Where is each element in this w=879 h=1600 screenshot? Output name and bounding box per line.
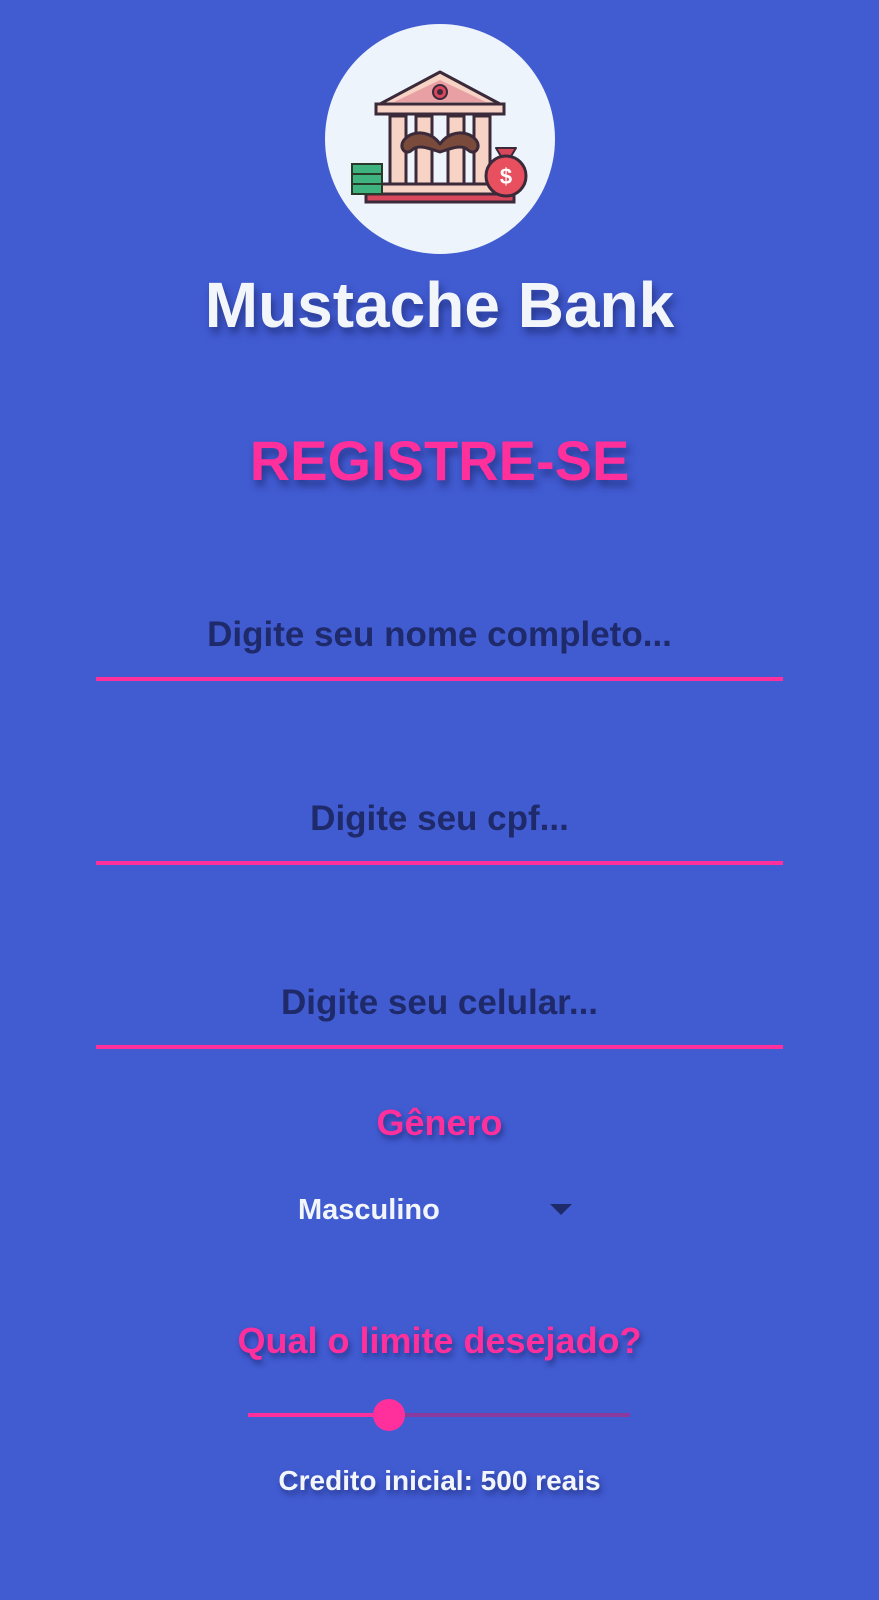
mustache-bank-logo-icon: $ — [351, 70, 528, 204]
gender-selected-value[interactable]: Masculino — [298, 1194, 440, 1227]
page-title: REGISTRE-SE — [249, 429, 630, 492]
phone-underline — [96, 1045, 783, 1049]
full-name-input[interactable] — [96, 593, 783, 677]
initial-credit-text: Credito inicial: 500 reais — [278, 1465, 601, 1496]
cpf-underline — [96, 861, 783, 865]
limit-slider[interactable] — [248, 1398, 630, 1432]
phone-field[interactable] — [96, 961, 783, 1049]
svg-text:$: $ — [500, 164, 512, 189]
slider-thumb[interactable] — [373, 1399, 406, 1431]
full-name-field[interactable] — [96, 593, 783, 681]
gender-dropdown[interactable]: Masculino — [298, 1188, 580, 1238]
chevron-down-icon[interactable] — [550, 1204, 572, 1215]
limit-label: Qual o limite desejado? — [237, 1320, 642, 1361]
slider-track-fill — [248, 1413, 390, 1417]
full-name-underline — [96, 677, 783, 681]
gender-label: Gênero — [376, 1102, 503, 1143]
phone-input[interactable] — [96, 961, 783, 1045]
app-title: Mustache Bank — [204, 269, 675, 341]
cpf-field[interactable] — [96, 777, 783, 865]
cpf-input[interactable] — [96, 777, 783, 861]
app-logo: $ — [325, 24, 555, 254]
